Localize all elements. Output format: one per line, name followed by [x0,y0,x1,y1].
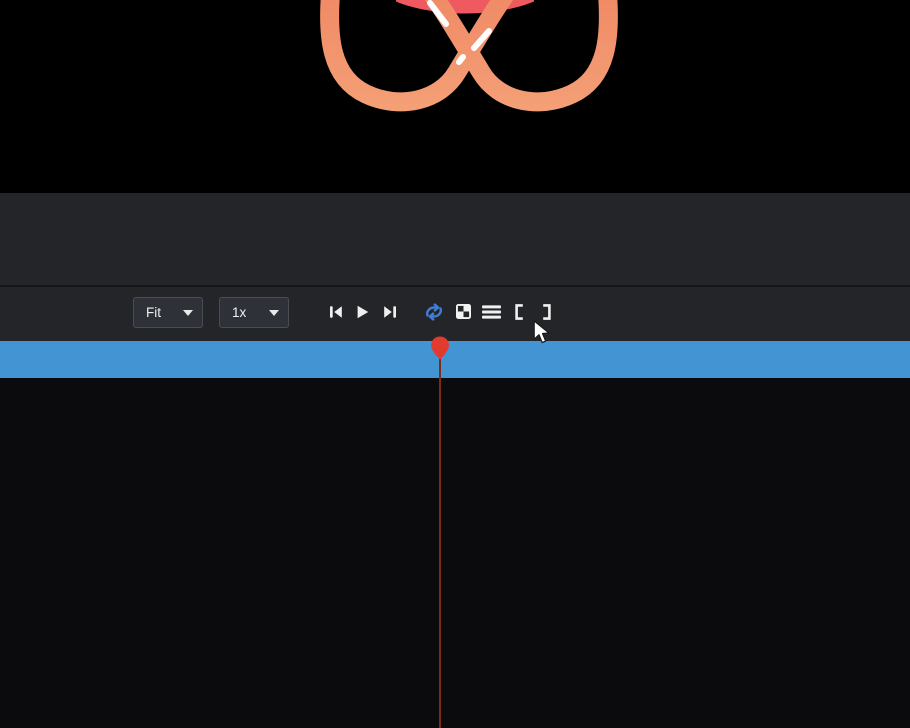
checkerboard-icon [455,303,472,320]
content-area [0,378,910,728]
play-icon [354,304,370,320]
speed-select-value: 1x [232,305,246,320]
hamburger-icon [482,305,501,319]
logo-rope [330,0,609,102]
bracket-open-icon [514,304,523,320]
skip-to-start-button[interactable] [328,304,344,320]
lottie-animation-logo [0,0,910,193]
playhead-droplet-icon [430,336,450,360]
skip-to-end-button[interactable] [382,304,398,320]
skip-to-start-icon [328,304,344,320]
mouse-cursor [533,320,553,346]
loop-icon [423,303,445,321]
chevron-down-icon [183,310,193,316]
panel-divider [0,285,910,287]
timeline-track[interactable] [0,341,910,378]
player-control-panel: Fit 1x [0,193,910,341]
background-toggle-button[interactable] [455,303,472,320]
zoom-select-value: Fit [146,305,161,320]
playhead-line [439,357,441,728]
playhead-marker[interactable] [430,336,450,360]
menu-button[interactable] [482,305,501,319]
zoom-select[interactable]: Fit [133,297,203,328]
in-point-button[interactable] [514,304,523,320]
preview-stage [0,0,910,193]
bracket-close-icon [543,304,552,320]
play-button[interactable] [354,304,370,320]
logo-pink-shape [396,0,534,14]
loop-toggle-button[interactable] [423,303,445,321]
out-point-button[interactable] [543,304,552,320]
skip-to-end-icon [382,304,398,320]
speed-select[interactable]: 1x [219,297,289,328]
chevron-down-icon [269,310,279,316]
